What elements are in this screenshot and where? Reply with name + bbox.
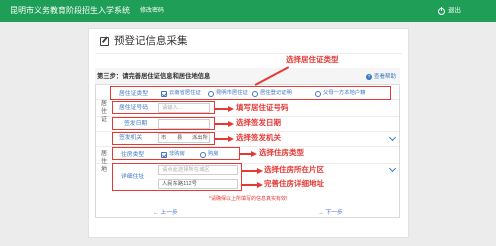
- edit-icon: [100, 36, 109, 46]
- title-divider: [96, 53, 402, 54]
- help-link[interactable]: ? 查看帮助: [366, 73, 396, 81]
- validity-notice: *请确保以上所填写的信息真实有效!: [209, 196, 288, 202]
- annotation-arrow: [215, 138, 229, 140]
- step-title: 第三步：请完善居住证信息和居住地信息: [97, 73, 211, 80]
- annotation-issue-date: 选择签发日期: [236, 118, 281, 127]
- annotation-arrowhead: [257, 168, 263, 174]
- prev-step-label: 上一步: [160, 210, 178, 216]
- annotation-box-address: [112, 163, 242, 191]
- next-step-button[interactable]: → 下一步: [318, 209, 343, 217]
- prev-step-button[interactable]: ← 上一步: [153, 209, 178, 217]
- page-title-text: 预登记信息采集: [114, 35, 188, 47]
- group-label-residence-permit: 居住证: [100, 101, 107, 123]
- power-icon: [438, 6, 445, 15]
- annotation-authority: 选择签发机关: [236, 133, 281, 142]
- annotation-box-housing: [112, 147, 240, 160]
- annotation-box-issue-date: [112, 117, 215, 130]
- logout-button[interactable]: 退出: [438, 6, 461, 16]
- annotation-box-permit-type: [110, 86, 391, 100]
- annotation-permit-number: 填写居住证号码: [236, 103, 289, 112]
- annotation-box-permit-number: [112, 101, 215, 114]
- annotation-arrowhead: [228, 106, 234, 112]
- next-step-label: 下一步: [325, 210, 343, 216]
- annotation-arrowhead: [228, 121, 234, 127]
- annotation-housing: 选择住房类型: [259, 148, 304, 157]
- page-title: 预登记信息采集: [100, 34, 188, 48]
- annotation-district: 选择住房所在片区: [264, 165, 324, 174]
- annotation-arrow: [242, 184, 258, 186]
- help-icon: ?: [366, 74, 372, 80]
- help-label: 查看帮助: [374, 74, 397, 80]
- annotation-box-authority: [112, 132, 215, 145]
- annotation-arrow: [215, 123, 229, 125]
- annotation-arrow: [215, 108, 229, 110]
- annotation-permit-type: 选择居住证类型: [286, 55, 339, 64]
- change-password-link[interactable]: 修改密码: [140, 7, 164, 15]
- group-label-residence: 居住地: [100, 151, 107, 173]
- logout-label: 退出: [448, 7, 461, 14]
- annotation-arrow: [242, 170, 258, 172]
- annotation-arrowhead: [228, 136, 234, 142]
- annotation-arrowhead: [251, 151, 257, 157]
- top-bar: 昆明市义务教育阶段招生入学系统 修改密码 退出: [0, 0, 496, 22]
- annotation-address: 完善住房详细地址: [264, 179, 324, 188]
- annotation-arrowhead: [257, 182, 263, 188]
- system-title: 昆明市义务教育阶段招生入学系统: [10, 6, 130, 15]
